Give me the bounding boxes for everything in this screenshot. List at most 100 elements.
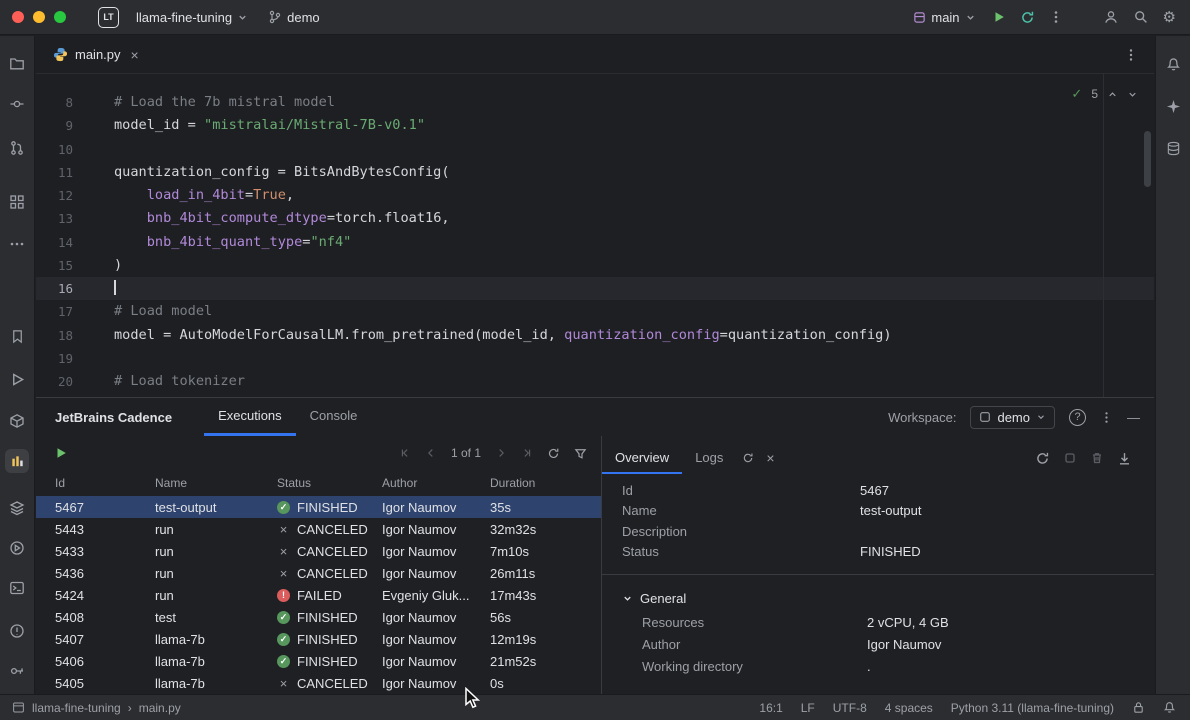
code-line[interactable]: 10 bbox=[36, 138, 1154, 161]
table-row[interactable]: 5467 test-output ✓ FINISHED Igor Naumov … bbox=[36, 496, 601, 518]
zoom-window-button[interactable] bbox=[54, 11, 66, 23]
project-tool-icon[interactable] bbox=[5, 52, 29, 76]
next-problem-chevron-icon[interactable] bbox=[1127, 89, 1138, 100]
close-tab-icon[interactable]: × bbox=[131, 47, 139, 63]
breadcrumb-project[interactable]: llama-fine-tuning bbox=[32, 701, 121, 715]
line-number[interactable]: 18 bbox=[36, 324, 73, 347]
editor-tab-main-py[interactable]: main.py × bbox=[36, 36, 149, 73]
delete-execution-icon[interactable] bbox=[1090, 451, 1104, 465]
lock-icon[interactable] bbox=[1132, 701, 1145, 714]
run-anything-tool-icon[interactable] bbox=[5, 536, 29, 560]
caret-position[interactable]: 16:1 bbox=[759, 701, 782, 715]
line-number[interactable]: 8 bbox=[36, 91, 73, 114]
search-icon[interactable] bbox=[1133, 9, 1149, 25]
column-duration[interactable]: Duration bbox=[490, 476, 601, 490]
refresh-icon[interactable] bbox=[547, 447, 560, 460]
code-line[interactable]: 18 model = AutoModelForCausalLM.from_pre… bbox=[36, 324, 1154, 347]
rerun-icon[interactable] bbox=[1020, 10, 1035, 25]
last-page-icon[interactable] bbox=[521, 447, 533, 459]
tab-logs[interactable]: Logs bbox=[682, 442, 736, 474]
line-number[interactable]: 14 bbox=[36, 231, 73, 254]
sync-details-icon[interactable] bbox=[742, 452, 754, 464]
indent-style[interactable]: 4 spaces bbox=[885, 701, 933, 715]
table-row[interactable]: 5406 llama-7b ✓ FINISHED Igor Naumov 21m… bbox=[36, 650, 601, 672]
bookmarks-tool-icon[interactable] bbox=[5, 324, 29, 348]
next-page-icon[interactable] bbox=[495, 447, 507, 459]
workspace-selector[interactable]: demo bbox=[970, 406, 1055, 429]
code-line[interactable]: 12 load_in_4bit=True, bbox=[36, 184, 1154, 207]
services-tool-icon[interactable] bbox=[5, 496, 29, 520]
tab-options-kebab-icon[interactable] bbox=[1124, 48, 1138, 62]
help-icon[interactable]: ? bbox=[1069, 409, 1086, 426]
line-number[interactable]: 13 bbox=[36, 207, 73, 230]
table-row[interactable]: 5436 run × CANCELED Igor Naumov 26m11s bbox=[36, 562, 601, 584]
filter-icon[interactable] bbox=[574, 447, 587, 460]
project-switcher[interactable]: llama-fine-tuning bbox=[129, 6, 255, 29]
line-number[interactable]: 12 bbox=[36, 184, 73, 207]
editor-scrollbar[interactable] bbox=[1144, 131, 1151, 187]
table-row[interactable]: 5443 run × CANCELED Igor Naumov 32m32s bbox=[36, 518, 601, 540]
column-status[interactable]: Status bbox=[277, 476, 382, 490]
tab-overview[interactable]: Overview bbox=[602, 442, 682, 474]
line-number[interactable]: 17 bbox=[36, 300, 73, 323]
hide-tool-window-icon[interactable]: — bbox=[1127, 411, 1140, 424]
settings-gear-icon[interactable]: ⚙ bbox=[1163, 10, 1176, 25]
run-configuration-selector[interactable]: main bbox=[911, 6, 977, 29]
prev-page-icon[interactable] bbox=[425, 447, 437, 459]
table-row[interactable]: 5433 run × CANCELED Igor Naumov 7m10s bbox=[36, 540, 601, 562]
column-name[interactable]: Name bbox=[155, 476, 277, 490]
vcs-log-tool-icon[interactable] bbox=[5, 659, 29, 683]
download-logs-icon[interactable] bbox=[1117, 451, 1132, 466]
line-number[interactable]: 11 bbox=[36, 161, 73, 184]
code-line[interactable]: 14 bnb_4bit_quant_type="nf4" bbox=[36, 231, 1154, 254]
vcs-branch-widget[interactable]: demo bbox=[261, 6, 327, 29]
run-tool-icon[interactable] bbox=[5, 367, 29, 391]
file-encoding[interactable]: UTF-8 bbox=[833, 701, 867, 715]
line-number[interactable]: 15 bbox=[36, 254, 73, 277]
user-account-icon[interactable] bbox=[1103, 9, 1119, 25]
line-ending[interactable]: LF bbox=[801, 701, 815, 715]
minimize-window-button[interactable] bbox=[33, 11, 45, 23]
more-tool-windows-icon[interactable] bbox=[5, 232, 29, 256]
notifications-tool-icon[interactable] bbox=[1161, 52, 1185, 76]
table-row[interactable]: 5405 llama-7b × CANCELED Igor Naumov 0s bbox=[36, 672, 601, 694]
cadence-tool-icon[interactable] bbox=[5, 449, 29, 473]
code-line[interactable]: 11 quantization_config = BitsAndBytesCon… bbox=[36, 161, 1154, 184]
code-line[interactable]: 9 model_id = "mistralai/Mistral-7B-v0.1" bbox=[36, 114, 1154, 137]
code-editor[interactable]: 8 # Load the 7b mistral model 9 model_id… bbox=[36, 74, 1154, 397]
pull-requests-tool-icon[interactable] bbox=[5, 136, 29, 160]
close-window-button[interactable] bbox=[12, 11, 24, 23]
commit-tool-icon[interactable] bbox=[5, 92, 29, 116]
terminal-tool-icon[interactable] bbox=[5, 576, 29, 600]
line-number[interactable]: 16 bbox=[36, 277, 73, 300]
more-menu-kebab[interactable] bbox=[1049, 10, 1063, 24]
rerun-execution-icon[interactable] bbox=[1035, 451, 1050, 466]
inspections-widget[interactable]: ✓ 5 bbox=[1071, 86, 1138, 102]
table-row[interactable]: 5408 test ✓ FINISHED Igor Naumov 56s bbox=[36, 606, 601, 628]
structure-tool-icon[interactable] bbox=[5, 190, 29, 214]
line-number[interactable]: 20 bbox=[36, 370, 73, 393]
code-line[interactable]: 16 bbox=[36, 277, 1154, 300]
start-execution-button[interactable] bbox=[54, 446, 68, 460]
column-id[interactable]: Id bbox=[55, 476, 155, 490]
tool-window-options-kebab-icon[interactable] bbox=[1100, 411, 1113, 424]
database-tool-icon[interactable] bbox=[1161, 136, 1185, 160]
close-details-icon[interactable]: × bbox=[766, 451, 774, 465]
python-packages-tool-icon[interactable] bbox=[5, 409, 29, 433]
table-row[interactable]: 5424 run ! FAILED Evgeniy Gluk... 17m43s bbox=[36, 584, 601, 606]
code-line[interactable]: 13 bnb_4bit_compute_dtype=torch.float16, bbox=[36, 207, 1154, 230]
tab-console[interactable]: Console bbox=[296, 398, 372, 436]
tab-executions[interactable]: Executions bbox=[204, 398, 296, 436]
general-section-header[interactable]: General bbox=[602, 585, 1154, 611]
python-interpreter[interactable]: Python 3.11 (llama-fine-tuning) bbox=[951, 701, 1114, 715]
line-number[interactable]: 9 bbox=[36, 114, 73, 137]
run-button[interactable] bbox=[992, 10, 1006, 24]
problems-tool-icon[interactable] bbox=[5, 619, 29, 643]
code-line[interactable]: 19 bbox=[36, 347, 1154, 370]
ai-assistant-tool-icon[interactable] bbox=[1161, 94, 1185, 118]
code-line[interactable]: 8 # Load the 7b mistral model bbox=[36, 91, 1154, 114]
stop-execution-icon[interactable] bbox=[1063, 451, 1077, 465]
column-author[interactable]: Author bbox=[382, 476, 490, 490]
line-number[interactable]: 10 bbox=[36, 138, 73, 161]
prev-problem-chevron-icon[interactable] bbox=[1107, 89, 1118, 100]
